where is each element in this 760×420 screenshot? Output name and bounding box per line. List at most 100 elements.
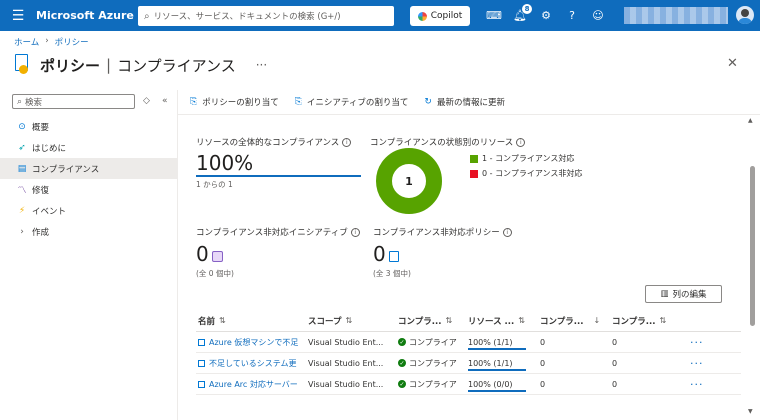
row-scope: Visual Studio Ent...: [308, 337, 384, 347]
remediation-icon: 〽: [17, 186, 27, 196]
user-account-info[interactable]: [624, 7, 728, 24]
row-state: コンプライア: [409, 358, 457, 368]
global-search-input[interactable]: ⌕ リソース、サービス、ドキュメントの検索 (G+/): [138, 6, 394, 26]
header-label: リソース ...: [468, 316, 515, 327]
sidebar-item-compliance[interactable]: ▤ コンプライアンス: [0, 158, 177, 179]
header-label: コンプラ...: [612, 316, 656, 327]
brand-title[interactable]: Microsoft Azure: [36, 9, 134, 22]
overall-compliance-label-text: リソースの全体的なコンプライアンス: [196, 138, 340, 148]
sidebar-item-remediation[interactable]: 〽 修復: [0, 179, 177, 200]
sidebar-item-label: コンプライアンス: [32, 164, 100, 175]
row-noncompliant-resources: 0: [540, 358, 546, 368]
noncompliant-initiatives-label: コンプライアンス非対応イニシアティブ i: [196, 226, 360, 238]
title-separator: |: [106, 56, 112, 74]
sort-icon: ⇅: [659, 316, 667, 325]
row-progress-bar: [468, 348, 526, 350]
close-icon[interactable]: ✕: [727, 56, 738, 71]
initiative-row-icon: [198, 338, 205, 346]
settings-gear-icon[interactable]: ⚙: [538, 7, 554, 23]
table-row[interactable]: Azure Arc 対応サーバー Visual Studio Ent... ✓ コ…: [196, 374, 741, 395]
sidebar-search-input[interactable]: ⌕ 検索: [12, 94, 135, 109]
row-progress-bar: [468, 390, 526, 392]
info-icon[interactable]: i: [342, 137, 352, 147]
more-options-icon[interactable]: ···: [690, 357, 704, 370]
sidebar-item-label: 修復: [32, 185, 50, 196]
initiative-row-icon: [198, 359, 205, 367]
scrollbar-thumb[interactable]: [750, 166, 755, 326]
row-scope: Visual Studio Ent...: [308, 358, 384, 368]
overall-compliance-value: 100%: [196, 151, 254, 175]
breadcrumb-home[interactable]: ホーム: [14, 36, 39, 48]
assign-policy-button[interactable]: ⎘ ポリシーの割り当て: [190, 96, 279, 108]
sidebar-search-placeholder: 検索: [25, 97, 43, 108]
legend-noncompliant-label: 0 - コンプライアンス非対応: [482, 169, 583, 178]
collapse-sidebar-icon[interactable]: «: [162, 96, 168, 106]
hamburger-menu-icon[interactable]: ☰: [0, 0, 36, 31]
header-label: コンプラ...: [398, 316, 442, 327]
row-name-link[interactable]: 不足しているシステム更: [209, 358, 297, 369]
row-name-cell[interactable]: Azure 仮想マシンで不足: [196, 332, 306, 352]
legend-compliant-label: 1 - コンプライアンス対応: [482, 154, 575, 163]
sort-icon: ⇅: [219, 316, 226, 325]
table-row[interactable]: Azure 仮想マシンで不足 Visual Studio Ent... ✓ コンプ…: [196, 332, 741, 353]
sidebar-nav: ⊙ 概要 ➶ はじめに ▤ コンプライアンス 〽 修復 ⚡︎ イベント › 作成: [0, 116, 177, 242]
breadcrumb-policy[interactable]: ポリシー: [55, 36, 89, 48]
row-noncompliant-resources: 0: [540, 337, 546, 347]
refresh-button[interactable]: ↻ 最新の情報に更新: [424, 96, 505, 108]
more-options-icon[interactable]: ···: [690, 378, 704, 391]
lightning-icon: ⚡︎: [18, 205, 26, 216]
sidebar-item-overview[interactable]: ⊙ 概要: [0, 116, 177, 137]
row-resource-cell: 100% (0/0): [466, 374, 538, 394]
info-icon[interactable]: i: [350, 227, 360, 237]
assign-initiative-icon: ⎘: [294, 97, 302, 107]
row-name-cell[interactable]: Azure Arc 対応サーバー: [196, 374, 306, 394]
column-header-resource-compliance[interactable]: リソース ... ⇅: [466, 310, 538, 331]
table-row[interactable]: 不足しているシステム更 Visual Studio Ent... ✓ コンプライア…: [196, 353, 741, 374]
expand-collapse-icon[interactable]: ◇: [143, 96, 150, 106]
row-progress-bar: [468, 369, 526, 371]
column-header-noncompliant-resources[interactable]: コンプラ... ↓: [538, 310, 610, 331]
copilot-button[interactable]: Copilot: [410, 6, 470, 26]
scroll-up-icon[interactable]: ▲: [748, 117, 753, 124]
sidebar-item-label: イベント: [32, 206, 67, 217]
sidebar-divider: [177, 90, 178, 420]
noncompliant-policies-label: コンプライアンス非対応ポリシー i: [373, 226, 512, 238]
legend-swatch-compliant: [470, 154, 478, 163]
scroll-down-icon[interactable]: ▼: [748, 408, 753, 415]
edit-columns-label: 列の編集: [672, 290, 707, 300]
noncompliant-policies-value: 0: [373, 242, 386, 266]
edit-columns-button[interactable]: ▥ 列の編集: [645, 285, 722, 303]
policy-compliance-icon: [14, 54, 32, 76]
check-circle-icon: ✓: [398, 338, 406, 346]
column-header-name[interactable]: 名前 ⇅: [196, 310, 306, 331]
assign-initiative-label: イニシアティブの割り当て: [306, 98, 409, 108]
search-placeholder: リソース、サービス、ドキュメントの検索 (G+/): [153, 12, 341, 22]
header-label: スコープ: [308, 316, 342, 327]
compliance-donut-chart: 1: [376, 148, 442, 214]
row-state-cell: ✓ コンプライア: [396, 332, 466, 352]
copilot-label: Copilot: [430, 11, 463, 21]
sidebar-item-events[interactable]: ⚡︎ イベント: [0, 200, 177, 221]
row-name-cell[interactable]: 不足しているシステム更: [196, 353, 306, 373]
cloud-shell-icon[interactable]: ⌨: [486, 7, 502, 23]
legend-noncompliant: 0 - コンプライアンス非対応: [470, 168, 582, 179]
row-name-link[interactable]: Azure Arc 対応サーバー: [209, 379, 298, 390]
assign-initiative-button[interactable]: ⎘ イニシアティブの割り当て: [295, 96, 409, 108]
help-icon[interactable]: ?: [564, 7, 580, 23]
sidebar-item-authoring[interactable]: › 作成: [0, 221, 177, 242]
info-icon[interactable]: i: [502, 227, 512, 237]
column-header-scope[interactable]: スコープ ⇅: [306, 310, 396, 331]
overall-compliance-underline: [196, 175, 361, 177]
info-icon[interactable]: i: [516, 137, 526, 147]
sidebar-item-getting-started[interactable]: ➶ はじめに: [0, 137, 177, 158]
row-state-cell: ✓ コンプライア: [396, 374, 466, 394]
more-options-icon[interactable]: ···: [690, 336, 704, 349]
avatar[interactable]: [736, 6, 754, 24]
donut-center-value: 1: [405, 175, 413, 188]
row-name-link[interactable]: Azure 仮想マシンで不足: [209, 337, 298, 348]
more-options-icon[interactable]: ···: [256, 58, 267, 72]
feedback-icon[interactable]: ☺: [590, 7, 606, 23]
column-header-compliance-state[interactable]: コンプラ... ⇅: [396, 310, 466, 331]
column-header-noncompliant-policies[interactable]: コンプラ... ⇅: [610, 310, 688, 331]
noncompliant-initiatives-value: 0: [196, 242, 209, 266]
